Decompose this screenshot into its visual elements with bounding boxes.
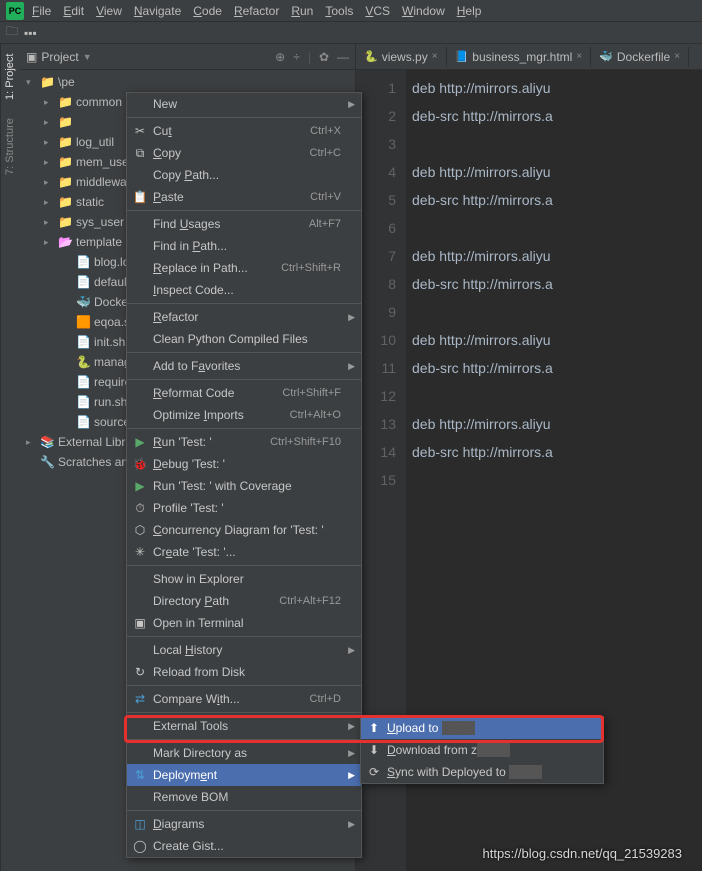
breadcrumb: ▪▪▪ — [24, 26, 37, 40]
ctx-create-test-[interactable]: ✳Create 'Test: '... — [127, 541, 361, 563]
ctx-external-tools[interactable]: External Tools▶ — [127, 715, 361, 737]
menu-navigate[interactable]: Navigate — [128, 2, 187, 20]
watermark: https://blog.csdn.net/qq_21539283 — [483, 846, 683, 861]
ctx-find-in-path-[interactable]: Find in Path... — [127, 235, 361, 257]
structure-tab[interactable]: 7: Structure — [3, 114, 18, 179]
ctx-concurrency-diagram-for-test-[interactable]: ⬡Concurrency Diagram for 'Test: ' — [127, 519, 361, 541]
ctx-paste[interactable]: 📋PasteCtrl+V — [127, 186, 361, 208]
deployment-submenu: ⬆Upload to server⬇Download from zserver⟳… — [360, 716, 604, 784]
ctx-mark-directory-as[interactable]: Mark Directory as▶ — [127, 742, 361, 764]
ctx-reload-from-disk[interactable]: ↻Reload from Disk — [127, 661, 361, 683]
ctx-optimize-imports[interactable]: Optimize ImportsCtrl+Alt+O — [127, 404, 361, 426]
ctx-run-test-[interactable]: ▶Run 'Test: 'Ctrl+Shift+F10 — [127, 431, 361, 453]
close-icon[interactable]: × — [576, 51, 582, 62]
project-title[interactable]: Project — [41, 50, 78, 64]
ctx-inspect-code-[interactable]: Inspect Code... — [127, 279, 361, 301]
ctx-clean-python-compiled-files[interactable]: Clean Python Compiled Files — [127, 328, 361, 350]
menu-tools[interactable]: Tools — [319, 2, 359, 20]
menu-help[interactable]: Help — [451, 2, 488, 20]
ide-logo: PC — [6, 2, 24, 20]
menu-file[interactable]: File — [26, 2, 57, 20]
menu-vcs[interactable]: VCS — [359, 2, 396, 20]
context-menu: New▶ ✂CutCtrl+X⧉CopyCtrl+CCopy Path...📋Pa… — [126, 92, 362, 858]
minimize-icon[interactable]: — — [337, 50, 349, 64]
menu-code[interactable]: Code — [187, 2, 228, 20]
ctx-local-history[interactable]: Local History▶ — [127, 639, 361, 661]
ctx-compare-with-[interactable]: ⇄Compare With...Ctrl+D — [127, 688, 361, 710]
ctx-new[interactable]: New▶ — [127, 93, 361, 115]
project-view-icon: ▣ — [26, 50, 37, 64]
toolwindow-stripe: 7: Structure 1: Project — [0, 44, 20, 871]
folder-icon: 🗀 — [6, 22, 18, 43]
target-icon[interactable]: ⊕ — [275, 50, 285, 64]
menu-window[interactable]: Window — [396, 2, 451, 20]
ctx-find-usages[interactable]: Find UsagesAlt+F7 — [127, 213, 361, 235]
ctx-profile-test-[interactable]: ⏱Profile 'Test: ' — [127, 497, 361, 519]
close-icon[interactable]: × — [674, 51, 680, 62]
ctx-copy[interactable]: ⧉CopyCtrl+C — [127, 142, 361, 164]
ctx-replace-in-path-[interactable]: Replace in Path...Ctrl+Shift+R — [127, 257, 361, 279]
ctx-reformat-code[interactable]: Reformat CodeCtrl+Shift+F — [127, 382, 361, 404]
close-icon[interactable]: × — [432, 51, 438, 62]
submenu-sync-with-deployed-to-[interactable]: ⟳Sync with Deployed to server — [361, 761, 603, 783]
menu-view[interactable]: View — [90, 2, 128, 20]
chevron-down-icon[interactable]: ▼ — [83, 52, 92, 62]
submenu-upload-to-[interactable]: ⬆Upload to server — [361, 717, 603, 739]
ctx-show-in-explorer[interactable]: Show in Explorer — [127, 568, 361, 590]
tree-item[interactable]: ▾📁\pe — [20, 72, 355, 92]
ctx-open-in-terminal[interactable]: ▣Open in Terminal — [127, 612, 361, 634]
ctx-directory-path[interactable]: Directory PathCtrl+Alt+F12 — [127, 590, 361, 612]
ctx-remove-bom[interactable]: Remove BOM — [127, 786, 361, 808]
ctx-diagrams[interactable]: ◫Diagrams▶ — [127, 813, 361, 835]
ctx-run-test-with-coverage[interactable]: ▶Run 'Test: ' with Coverage — [127, 475, 361, 497]
editor-tabs: 🐍views.py ×📘business_mgr.html ×🐳Dockerfi… — [356, 44, 702, 70]
editor-tab[interactable]: 🐍views.py × — [356, 47, 447, 67]
ctx-copy-path-[interactable]: Copy Path... — [127, 164, 361, 186]
project-tab[interactable]: 1: Project — [3, 50, 18, 104]
editor-tab[interactable]: 🐳Dockerfile × — [591, 47, 689, 67]
menu-refactor[interactable]: Refactor — [228, 2, 285, 20]
ctx-refactor[interactable]: Refactor▶ — [127, 306, 361, 328]
ctx-create-gist-[interactable]: ◯Create Gist... — [127, 835, 361, 857]
editor-tab[interactable]: 📘business_mgr.html × — [447, 47, 592, 67]
breadcrumb-bar: 🗀 ▪▪▪ — [0, 22, 702, 44]
ctx-debug-test-[interactable]: 🐞Debug 'Test: ' — [127, 453, 361, 475]
submenu-download-from-z[interactable]: ⬇Download from zserver — [361, 739, 603, 761]
gear-icon[interactable]: ✿ — [319, 50, 329, 64]
ctx-cut[interactable]: ✂CutCtrl+X — [127, 120, 361, 142]
ctx-add-to-favorites[interactable]: Add to Favorites▶ — [127, 355, 361, 377]
project-header: ▣ Project ▼ ⊕ ÷ | ✿ — — [20, 44, 355, 70]
divide-icon[interactable]: ÷ — [293, 50, 300, 64]
menubar: PC FileEditViewNavigateCodeRefactorRunTo… — [0, 0, 702, 22]
menu-run[interactable]: Run — [285, 2, 319, 20]
ctx-deployment[interactable]: ⇅Deployment▶ — [127, 764, 361, 786]
menu-edit[interactable]: Edit — [57, 2, 90, 20]
